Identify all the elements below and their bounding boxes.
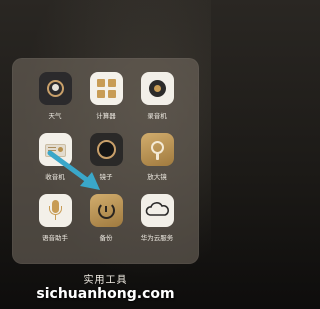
app-label: 放大镜: [147, 173, 167, 181]
app-radio[interactable]: 收音机: [30, 133, 80, 181]
app-label: 录音机: [147, 112, 167, 120]
app-label: 计算器: [96, 112, 116, 120]
mirror-icon: [89, 133, 123, 166]
app-cloud-service[interactable]: 华为云服务: [132, 194, 182, 242]
folder-title[interactable]: 实用工具: [0, 271, 211, 286]
watermark: sichuanhong.com: [36, 286, 175, 302]
radio-icon: [38, 133, 72, 166]
app-label: 语音助手: [42, 234, 68, 242]
app-label: 镜子: [99, 173, 113, 181]
app-label: 华为云服务: [140, 234, 174, 242]
app-calculator[interactable]: 计算器: [81, 72, 131, 120]
magnifier-icon: [140, 133, 174, 166]
backup-icon: [89, 194, 123, 227]
folder-panel: 天气 计算器 录音机 收音机 镜子 放大镜 语音助手 备份 华为云服务: [12, 58, 199, 264]
recorder-icon: [140, 72, 174, 105]
app-backup[interactable]: 备份: [81, 194, 131, 242]
app-weather[interactable]: 天气: [30, 72, 80, 120]
app-label: 备份: [99, 234, 113, 242]
weather-icon: [38, 72, 72, 105]
app-mirror[interactable]: 镜子: [81, 133, 131, 181]
calculator-icon: [89, 72, 123, 105]
cloud-service-icon: [140, 194, 174, 227]
app-voice-assistant[interactable]: 语音助手: [30, 194, 80, 242]
app-label: 天气: [48, 112, 62, 120]
app-label: 收音机: [45, 173, 65, 181]
app-recorder[interactable]: 录音机: [132, 72, 182, 120]
app-magnifier[interactable]: 放大镜: [132, 133, 182, 181]
voice-assistant-icon: [38, 194, 72, 227]
